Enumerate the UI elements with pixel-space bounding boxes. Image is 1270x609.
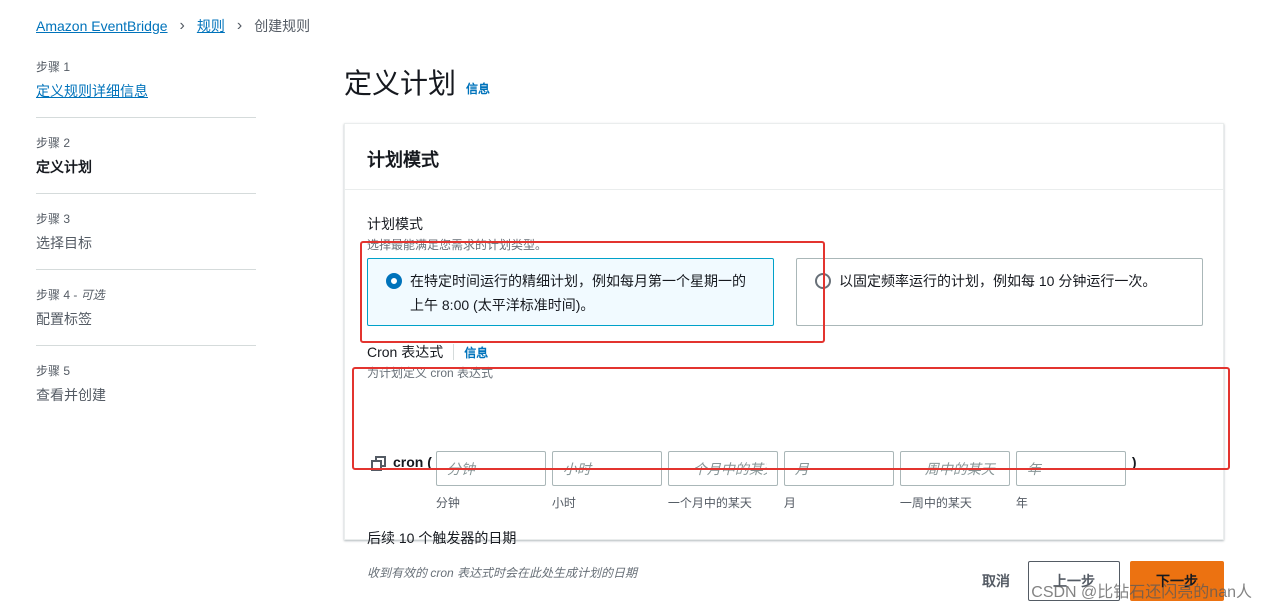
cron-prefix: cron ( — [393, 454, 432, 470]
cron-field-sublabel: 一周中的某天 — [899, 496, 972, 510]
cron-field-hours: 小时 — [551, 451, 662, 511]
cron-field-sublabel: 年 — [1015, 496, 1028, 510]
step-1: 步骤 1 定义规则详细信息 — [36, 58, 256, 118]
step-1-link[interactable]: 定义规则详细信息 — [36, 83, 148, 99]
radio-option-text: 以固定频率运行的计划，例如每 10 分钟运行一次。 — [839, 273, 1157, 289]
step-3-title: 选择目标 — [36, 235, 92, 251]
step-label: 步骤 1 — [36, 60, 71, 74]
cron-day-of-week-input[interactable] — [899, 451, 1010, 486]
step-2: 步骤 2 定义计划 — [36, 134, 256, 194]
cron-field-sublabel: 小时 — [551, 496, 576, 510]
chevron-right-icon: › — [179, 17, 185, 34]
page-info-link[interactable]: 信息 — [466, 80, 490, 97]
step-label: 步骤 3 — [36, 212, 71, 226]
schedule-pattern-panel: 计划模式 计划模式 选择最能满足您需求的计划类型。 在特定时间运行的精细计划，例… — [344, 123, 1224, 580]
step-2-current: 定义计划 — [36, 159, 92, 175]
watermark: CSDN @比钻石还闪亮的nan人 — [1031, 584, 1252, 601]
cron-info-link[interactable]: 信息 — [464, 344, 488, 361]
step-5-title: 查看并创建 — [36, 387, 106, 403]
cron-month-input[interactable] — [783, 451, 894, 486]
cron-expression-label: Cron 表达式 — [367, 344, 444, 360]
cron-hours-input[interactable] — [551, 451, 662, 486]
step-3: 步骤 3 选择目标 — [36, 210, 256, 270]
cron-description: 为计划定义 cron 表达式 — [367, 366, 494, 380]
copy-icon[interactable] — [371, 456, 387, 472]
radio-unselected-icon[interactable] — [815, 273, 831, 289]
breadcrumb: Amazon EventBridge › 规则 › 创建规则 — [36, 16, 310, 36]
step-label: 步骤 4 - 可选 — [36, 286, 256, 303]
panel-title: 计划模式 — [345, 124, 1223, 190]
breadcrumb-current: 创建规则 — [254, 18, 311, 34]
cancel-button[interactable]: 取消 — [982, 571, 1010, 591]
cron-field-day-of-week: 一周中的某天 — [899, 451, 1010, 511]
label-divider — [453, 344, 455, 360]
step-label: 步骤 2 — [36, 136, 71, 150]
radio-card-rate-based[interactable]: 以固定频率运行的计划，例如每 10 分钟运行一次。 — [796, 258, 1203, 326]
radio-card-cron-based[interactable]: 在特定时间运行的精细计划，例如每月第一个星期一的上午 8:00 (太平洋标准时间… — [367, 258, 774, 326]
step-4-title: 配置标签 — [36, 311, 92, 327]
cron-field-month: 月 — [783, 451, 894, 511]
radio-selected-icon[interactable] — [386, 273, 402, 289]
page-title: 定义计划 — [344, 68, 457, 99]
cron-field-year: 年 — [1015, 451, 1126, 511]
step-5: 步骤 5 查看并创建 — [36, 362, 256, 421]
step-label: 步骤 5 — [36, 364, 71, 378]
optional-tag: 可选 — [80, 288, 105, 302]
wizard-steps: 步骤 1 定义规则详细信息 步骤 2 定义计划 步骤 3 选择目标 步骤 4 -… — [36, 58, 256, 437]
cron-field-sublabel: 月 — [783, 496, 796, 510]
cron-field-sublabel: 分钟 — [435, 496, 460, 510]
cron-label-row: Cron 表达式 信息 — [367, 342, 488, 362]
radio-option-text: 在特定时间运行的精细计划，例如每月第一个星期一的上午 8:00 (太平洋标准时间… — [410, 273, 746, 313]
breadcrumb-rules-link[interactable]: 规则 — [197, 16, 225, 36]
cron-field-sublabel: 一个月中的某天 — [667, 496, 752, 510]
next-triggers-hint: 收到有效的 cron 表达式时会在此处生成计划的日期 — [367, 566, 638, 580]
breadcrumb-eventbridge-link[interactable]: Amazon EventBridge — [36, 18, 168, 34]
cron-day-of-month-input[interactable] — [667, 451, 778, 486]
cron-field-day-of-month: 一个月中的某天 — [667, 451, 778, 511]
step-label-text: 步骤 4 - — [36, 288, 81, 302]
page-header: 定义计划 信息 — [344, 62, 490, 102]
next-triggers-label: 后续 10 个触发器的日期 — [367, 530, 517, 546]
schedule-pattern-description: 选择最能满足您需求的计划类型。 — [367, 238, 548, 252]
step-4: 步骤 4 - 可选 配置标签 — [36, 286, 256, 346]
cron-minutes-input[interactable] — [435, 451, 546, 486]
cron-field-minutes: 分钟 — [435, 451, 546, 511]
cron-expression-row: cron ( 分钟 小时 一个月中的某天 月 一周中的某天 — [371, 451, 1137, 511]
cron-suffix: ) — [1131, 454, 1137, 470]
chevron-right-icon: › — [236, 17, 243, 34]
cron-year-input[interactable] — [1015, 451, 1126, 486]
schedule-pattern-label: 计划模式 — [367, 216, 423, 232]
